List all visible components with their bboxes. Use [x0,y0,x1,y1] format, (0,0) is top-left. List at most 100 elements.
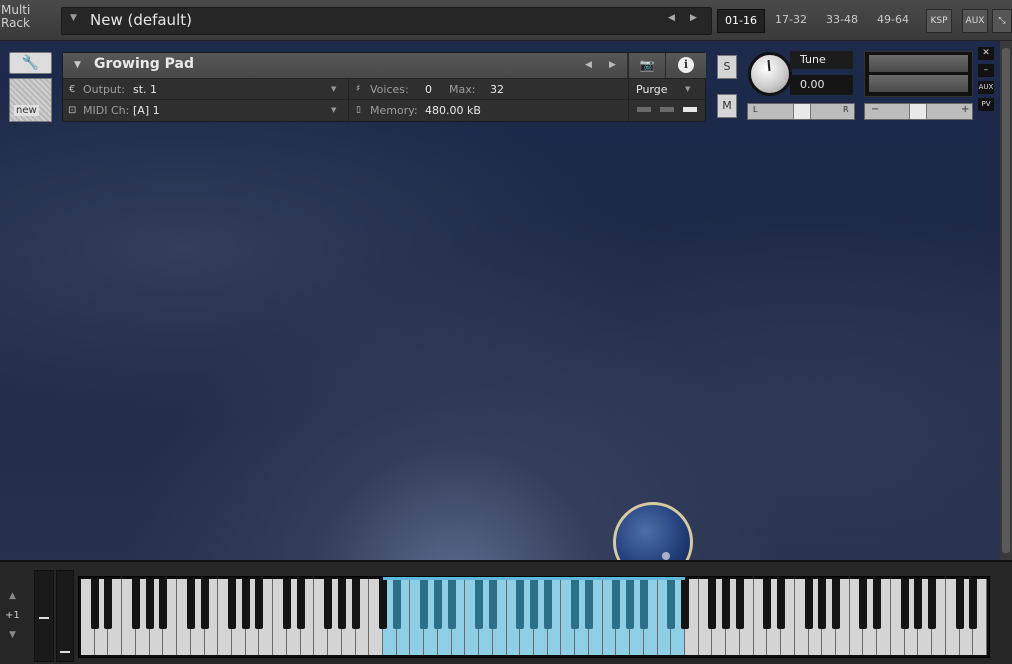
max-voices-label: Max: [449,83,476,96]
next-preset-arrow-icon[interactable]: ▶ [690,13,697,23]
black-key[interactable] [914,579,923,629]
black-key[interactable] [722,579,731,629]
ksp-button[interactable]: KSP [926,9,952,33]
minimize-icon[interactable]: – [978,64,994,77]
black-key[interactable] [832,579,840,629]
volume-slider[interactable]: − + [864,103,973,120]
black-key[interactable] [379,579,387,629]
rack-page-tab-2[interactable]: 17-32 [768,9,814,31]
wrench-icon[interactable]: 🔧 [9,52,52,74]
black-key[interactable] [282,579,291,629]
black-key[interactable] [392,579,401,629]
purge-dropdown[interactable]: Purge [636,79,668,100]
info-icon[interactable]: i [665,53,706,78]
piano-keyboard[interactable] [78,576,990,658]
pitch-bend-indicator [39,617,49,619]
chevron-down-icon[interactable]: ▼ [331,79,336,100]
octave-down-arrow-icon[interactable]: ▼ [9,630,16,640]
black-key[interactable] [433,579,442,629]
black-key[interactable] [420,579,429,629]
close-icon[interactable]: ✕ [978,47,994,60]
black-key[interactable] [584,579,593,629]
black-key[interactable] [612,579,621,629]
black-key[interactable] [255,579,264,629]
tune-value-field[interactable]: 0.00 [790,75,853,95]
chevron-down-icon[interactable]: ▼ [331,100,336,121]
black-key[interactable] [200,579,209,629]
black-key[interactable] [228,579,236,629]
previous-preset-arrow-icon[interactable]: ◀ [668,13,675,23]
black-key[interactable] [571,579,580,629]
black-key[interactable] [639,579,648,629]
rack-page-tab-3[interactable]: 33-48 [819,9,865,31]
mod-wheel[interactable] [56,570,74,662]
camera-icon[interactable]: 📷 [628,53,665,78]
black-key[interactable] [159,579,168,629]
black-key[interactable] [488,579,497,629]
black-key[interactable] [955,579,964,629]
aux-sends-button[interactable]: AUX [978,81,994,94]
rack-scrollbar-thumb[interactable] [1002,48,1010,553]
black-key[interactable] [859,579,868,629]
black-key[interactable] [667,579,676,629]
rack-page-tab-4[interactable]: 49-64 [870,9,916,31]
black-key[interactable] [324,579,333,629]
tune-knob[interactable] [748,52,792,96]
level-meter-left [869,55,968,72]
divider [628,100,629,121]
black-key[interactable] [818,579,827,629]
black-key[interactable] [145,579,154,629]
black-key[interactable] [777,579,786,629]
black-key[interactable] [241,579,250,629]
chevron-down-icon[interactable]: ▼ [70,13,77,23]
next-instrument-arrow-icon[interactable]: ▶ [609,60,616,70]
black-key[interactable] [543,579,552,629]
multi-preset-field[interactable]: ▼ New (default) ◀ ▶ [61,7,712,35]
black-key[interactable] [516,579,525,629]
black-key[interactable] [186,579,195,629]
instrument-name[interactable]: Growing Pad [94,56,194,72]
black-key[interactable] [337,579,346,629]
pitch-bend-wheel[interactable] [34,570,54,662]
chevron-down-icon[interactable]: ▼ [685,79,690,100]
black-key[interactable] [681,579,689,629]
black-key[interactable] [90,579,99,629]
divider [628,79,629,100]
instrument-snapshot-thumbnail[interactable]: new [9,78,52,122]
mute-button[interactable]: M [717,94,737,118]
pan-slider[interactable]: L R [747,103,855,120]
purge-indicator-3 [683,107,697,112]
black-key[interactable] [131,579,140,629]
chevron-down-icon[interactable]: ▼ [74,60,81,70]
solo-button[interactable]: S [717,55,737,79]
black-key[interactable] [104,579,113,629]
black-key[interactable] [351,579,360,629]
memory-value: 480.00 kB [425,104,481,117]
black-key[interactable] [475,579,484,629]
black-key[interactable] [873,579,882,629]
black-key[interactable] [804,579,813,629]
pan-slider-handle[interactable] [793,104,811,119]
black-key[interactable] [928,579,937,629]
max-voices-value[interactable]: 32 [490,79,504,100]
black-key[interactable] [969,579,978,629]
pv-button[interactable]: PV [978,98,994,111]
volume-slider-handle[interactable] [909,104,927,119]
black-key[interactable] [626,579,635,629]
black-key[interactable] [735,579,744,629]
black-key[interactable] [530,579,538,629]
midi-channel-value[interactable]: [A] 1 [133,100,160,121]
black-key[interactable] [447,579,456,629]
output-value[interactable]: st. 1 [133,79,157,100]
aux-button[interactable]: AUX [962,9,988,33]
black-key[interactable] [763,579,772,629]
rack-page-tab-1[interactable]: 01-16 [717,9,765,33]
collapse-rack-icon[interactable]: ⤡ [992,9,1012,33]
black-key[interactable] [708,579,717,629]
black-key[interactable] [900,579,909,629]
multi-rack-label-line2: Rack [1,16,30,30]
octave-up-arrow-icon[interactable]: ▲ [9,591,16,601]
instrument-title-bar: ▼ Growing Pad ◀ ▶ [63,53,627,78]
black-key[interactable] [296,579,305,629]
previous-instrument-arrow-icon[interactable]: ◀ [585,60,592,70]
